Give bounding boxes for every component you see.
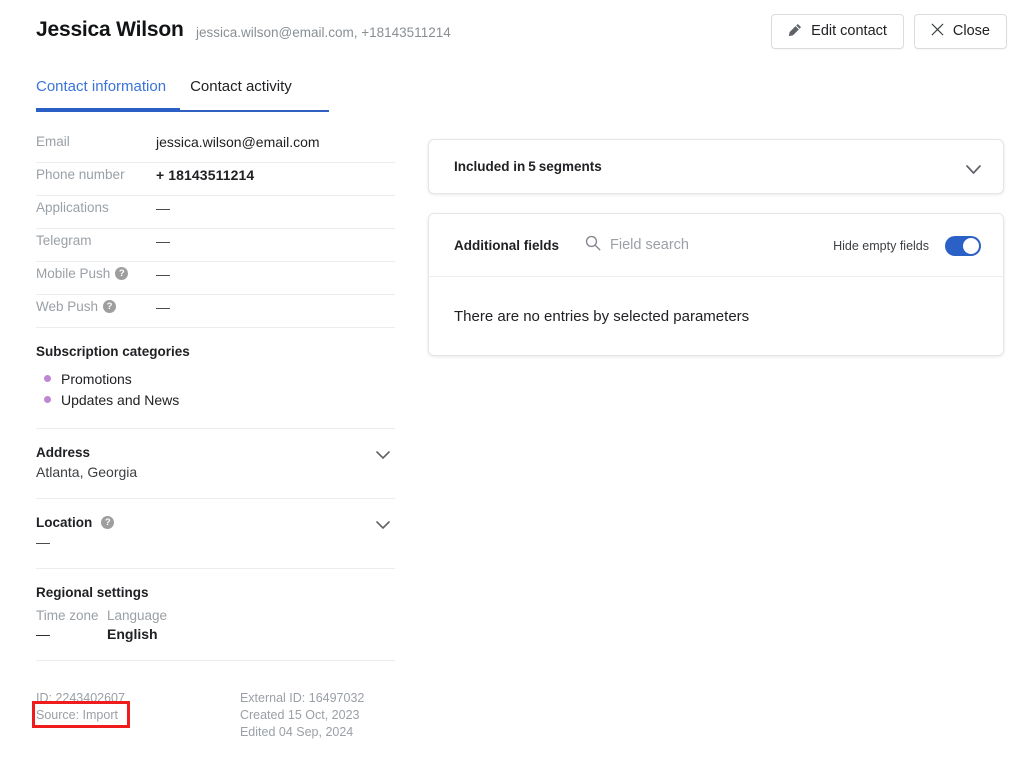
help-icon[interactable]: ?: [103, 300, 117, 313]
segments-prefix: Included in: [454, 159, 526, 174]
field-label-phone-number: Phone number: [36, 167, 125, 182]
field-label-web-push-text: Web Push: [36, 299, 99, 314]
additional-fields-header: Additional fields Field search Hide empt…: [429, 214, 1003, 277]
additional-fields-empty-state: There are no entries by selected paramet…: [454, 307, 750, 325]
location-section: Location ? —: [36, 499, 395, 569]
bullet-icon: [44, 396, 51, 403]
edit-contact-button[interactable]: Edit contact: [771, 14, 904, 49]
right-panel: Included in 5 segments Additional fields F…: [428, 139, 1004, 356]
contact-subtitle: jessica.wilson@email.com, +18143511214: [196, 25, 451, 40]
chevron-down-icon[interactable]: [376, 447, 390, 460]
subscription-categories-section: Subscription categories Promotions Updat…: [36, 328, 395, 429]
language-value: English: [107, 626, 158, 642]
created-date: Created 15 Oct, 2023: [239, 708, 360, 722]
regional-settings-section: Regional settings Time zone — Language E…: [36, 569, 395, 661]
field-label-web-push: Web Push ?: [36, 295, 156, 314]
location-title: Location ?: [36, 515, 395, 530]
address-title: Address: [36, 445, 91, 460]
field-value-telegram: —: [156, 233, 170, 249]
timezone-value: —: [36, 626, 50, 642]
chevron-down-icon[interactable]: [376, 517, 390, 530]
header-actions: Edit contact Close: [771, 14, 1007, 49]
timezone-label: Time zone: [36, 608, 99, 623]
location-value: —: [36, 534, 50, 550]
field-row-phone-number: Phone number + 18143511214: [36, 163, 395, 196]
contact-source: Source: Import: [36, 708, 118, 722]
field-value-web-push: —: [156, 299, 170, 315]
metadata-column-left: ID: 2243402607 Source: Import: [36, 690, 125, 741]
segments-label: Included in 5 segments: [454, 159, 602, 174]
tab-bar: Contact information Contact activity: [36, 78, 292, 107]
field-value-email: jessica.wilson@email.com: [156, 134, 320, 150]
field-row-email: Email jessica.wilson@email.com: [36, 130, 395, 163]
field-row-mobile-push: Mobile Push ? —: [36, 262, 395, 295]
hide-empty-fields-control: Hide empty fields: [833, 214, 981, 277]
language-group: Language English: [107, 608, 167, 642]
help-icon[interactable]: ?: [101, 516, 115, 529]
page-title: Jessica Wilson: [36, 18, 184, 41]
list-item: Updates and News: [36, 389, 395, 410]
chevron-down-icon[interactable]: [966, 162, 981, 175]
hide-empty-fields-label: Hide empty fields: [833, 238, 929, 253]
pencil-icon: [788, 23, 802, 41]
subscription-categories-list: Promotions Updates and News: [36, 368, 395, 410]
field-row-telegram: Telegram —: [36, 229, 395, 262]
field-value-applications: —: [156, 200, 170, 216]
help-icon[interactable]: ?: [115, 267, 129, 280]
segments-suffix: segments: [538, 159, 602, 174]
tab-active-indicator: [36, 108, 180, 112]
field-row-web-push: Web Push ? —: [36, 295, 395, 328]
field-label-mobile-push: Mobile Push ?: [36, 262, 156, 281]
toggle-knob: [963, 237, 979, 254]
close-icon: [931, 23, 944, 40]
field-label-email: Email: [36, 134, 70, 149]
close-label: Close: [952, 23, 990, 40]
regional-settings-values: Time zone — Language English: [36, 608, 395, 642]
additional-fields-card: Additional fields Field search Hide empt…: [428, 213, 1004, 356]
list-item: Promotions: [36, 368, 395, 389]
field-value-mobile-push: —: [156, 266, 170, 282]
field-label-applications: Applications: [36, 200, 109, 215]
field-value-phone-number: + 18143511214: [156, 167, 255, 183]
close-button[interactable]: Close: [913, 14, 1007, 49]
contact-id: ID: 2243402607: [36, 691, 125, 705]
hide-empty-fields-toggle[interactable]: [945, 235, 981, 256]
regional-settings-title: Regional settings: [36, 585, 149, 600]
language-label: Language: [107, 608, 168, 623]
subscription-categories-title: Subscription categories: [36, 344, 190, 359]
address-value: Atlanta, Georgia: [36, 464, 138, 480]
timezone-group: Time zone —: [36, 608, 107, 642]
location-title-text: Location: [36, 515, 93, 530]
field-search-placeholder: Field search: [610, 237, 689, 253]
page-header: Jessica Wilson jessica.wilson@email.com,…: [0, 0, 1024, 68]
additional-fields-title: Additional fields: [454, 237, 560, 253]
tab-contact-information[interactable]: Contact information: [36, 78, 166, 107]
subscription-category-label: Updates and News: [61, 391, 180, 408]
edited-date: Edited 04 Sep, 2024: [239, 725, 354, 739]
address-section: Address Atlanta, Georgia: [36, 429, 395, 499]
edit-contact-label: Edit contact: [811, 23, 887, 40]
segments-count: 5: [528, 159, 536, 174]
contact-metadata: ID: 2243402607 Source: Import External I…: [36, 690, 364, 741]
metadata-column-right: External ID: 16497032 Created 15 Oct, 20…: [240, 690, 364, 741]
subscription-category-label: Promotions: [61, 370, 132, 387]
bullet-icon: [44, 375, 51, 382]
contact-information-panel: Email jessica.wilson@email.com Phone num…: [36, 130, 395, 661]
segments-card[interactable]: Included in 5 segments: [428, 139, 1004, 194]
field-search-input[interactable]: Field search: [585, 235, 689, 256]
external-id: External ID: 16497032: [239, 691, 365, 705]
contact-detail-page: Jessica Wilson jessica.wilson@email.com,…: [0, 0, 1024, 759]
field-row-applications: Applications —: [36, 196, 395, 229]
search-icon: [585, 235, 601, 256]
field-label-mobile-push-text: Mobile Push: [36, 266, 111, 281]
tab-contact-activity[interactable]: Contact activity: [190, 78, 292, 107]
field-label-telegram: Telegram: [36, 233, 92, 248]
